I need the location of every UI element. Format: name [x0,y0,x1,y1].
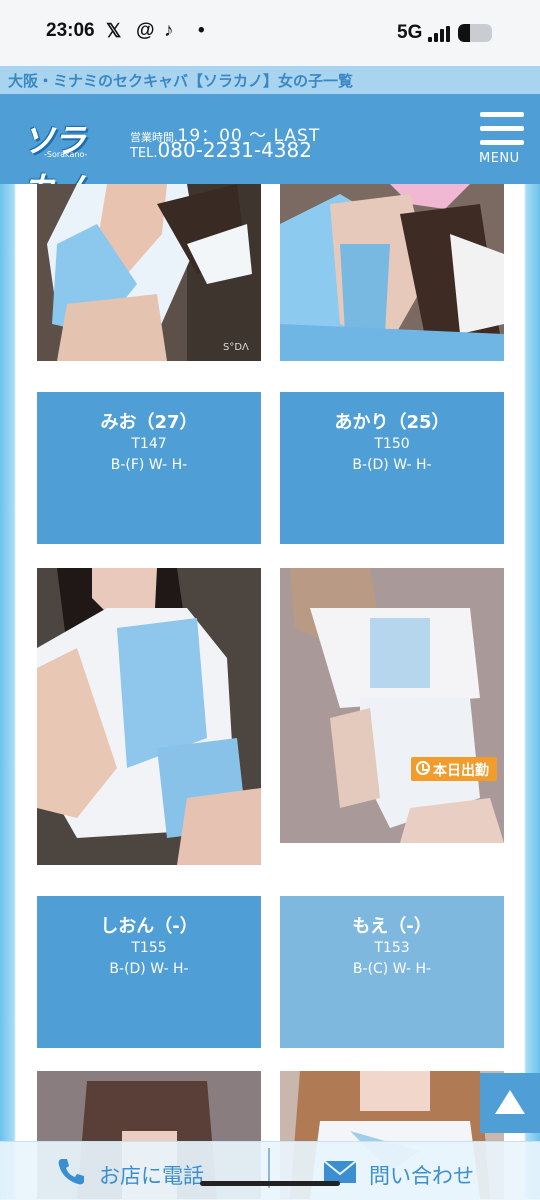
card-height: T155 [131,940,167,956]
card-name: みお（27） [100,412,198,433]
tel-label: TEL. [130,146,158,161]
x-app-icon: 𝕏 [106,21,122,42]
site-header: ソラカノ -Sorakano- 営業時間.19：00 ～ LAST TEL.08… [0,94,540,208]
profile-photo-moe[interactable] [280,568,504,843]
card-sizes: B-(D) W- H- [109,961,189,977]
signal-icon [428,26,452,42]
profile-photo-akari[interactable] [280,184,504,361]
home-indicator [200,1181,340,1186]
profile-photo-mio[interactable]: S°DΛ [37,184,261,361]
call-store-button[interactable]: お店に電話 [99,1160,204,1190]
back-to-top-button[interactable] [480,1073,540,1133]
menu-button[interactable]: MENU [478,112,524,168]
card-name: しおん（-） [100,916,198,937]
badge-label: 本日出勤 [433,763,489,779]
menu-label: MENU [479,151,520,166]
card-name: もえ（-） [352,916,432,937]
battery-icon [458,24,492,42]
card-sizes: B-(D) W- H- [352,457,432,473]
notification-dot-icon: • [198,20,205,41]
profile-photo-shion[interactable] [37,568,261,865]
card-sizes: B-(C) W- H- [352,961,432,977]
profile-card-moe[interactable]: もえ（-） T153 B-(C) W- H- [280,896,504,1048]
status-time: 23:06 [46,20,95,41]
phone-icon[interactable] [56,1157,86,1187]
card-height: T150 [374,436,410,452]
logo-subtext: -Sorakano- [44,150,88,159]
page-title-banner: 大阪・ミナミのセクキャバ【ソラカノ】女の子一覧 [0,66,540,94]
site-logo[interactable]: ソラカノ -Sorakano- [22,114,114,208]
threads-app-icon: @ [136,20,155,41]
photo-watermark: S°DΛ [223,342,249,353]
tiktok-app-icon: ♪ [164,20,174,41]
profile-card-shion[interactable]: しおん（-） T155 B-(D) W- H- [37,896,261,1048]
card-height: T147 [131,436,167,452]
profile-card-akari[interactable]: あかり（25） T150 B-(D) W- H- [280,392,504,544]
status-bar: 23:06 𝕏 @ ♪ • 5G [0,0,540,66]
phone-number[interactable]: TEL.080-2231-4382 [130,138,312,162]
page-title: 大阪・ミナミのセクキャバ【ソラカノ】女の子一覧 [8,72,354,90]
card-sizes: B-(F) W- H- [110,457,188,473]
network-label: 5G [397,22,423,43]
girls-list: S°DΛ みお（27） T147 B-(F) W- H- あかり（25） T15… [0,184,540,1199]
profile-card-mio[interactable]: みお（27） T147 B-(F) W- H- [37,392,261,544]
today-attendance-badge: 本日出勤 [411,757,497,781]
card-name: あかり（25） [334,412,450,433]
tel-value: 080-2231-4382 [157,138,312,162]
clock-icon [416,761,430,775]
card-height: T153 [374,940,410,956]
contact-button[interactable]: 問い合わせ [369,1160,474,1190]
